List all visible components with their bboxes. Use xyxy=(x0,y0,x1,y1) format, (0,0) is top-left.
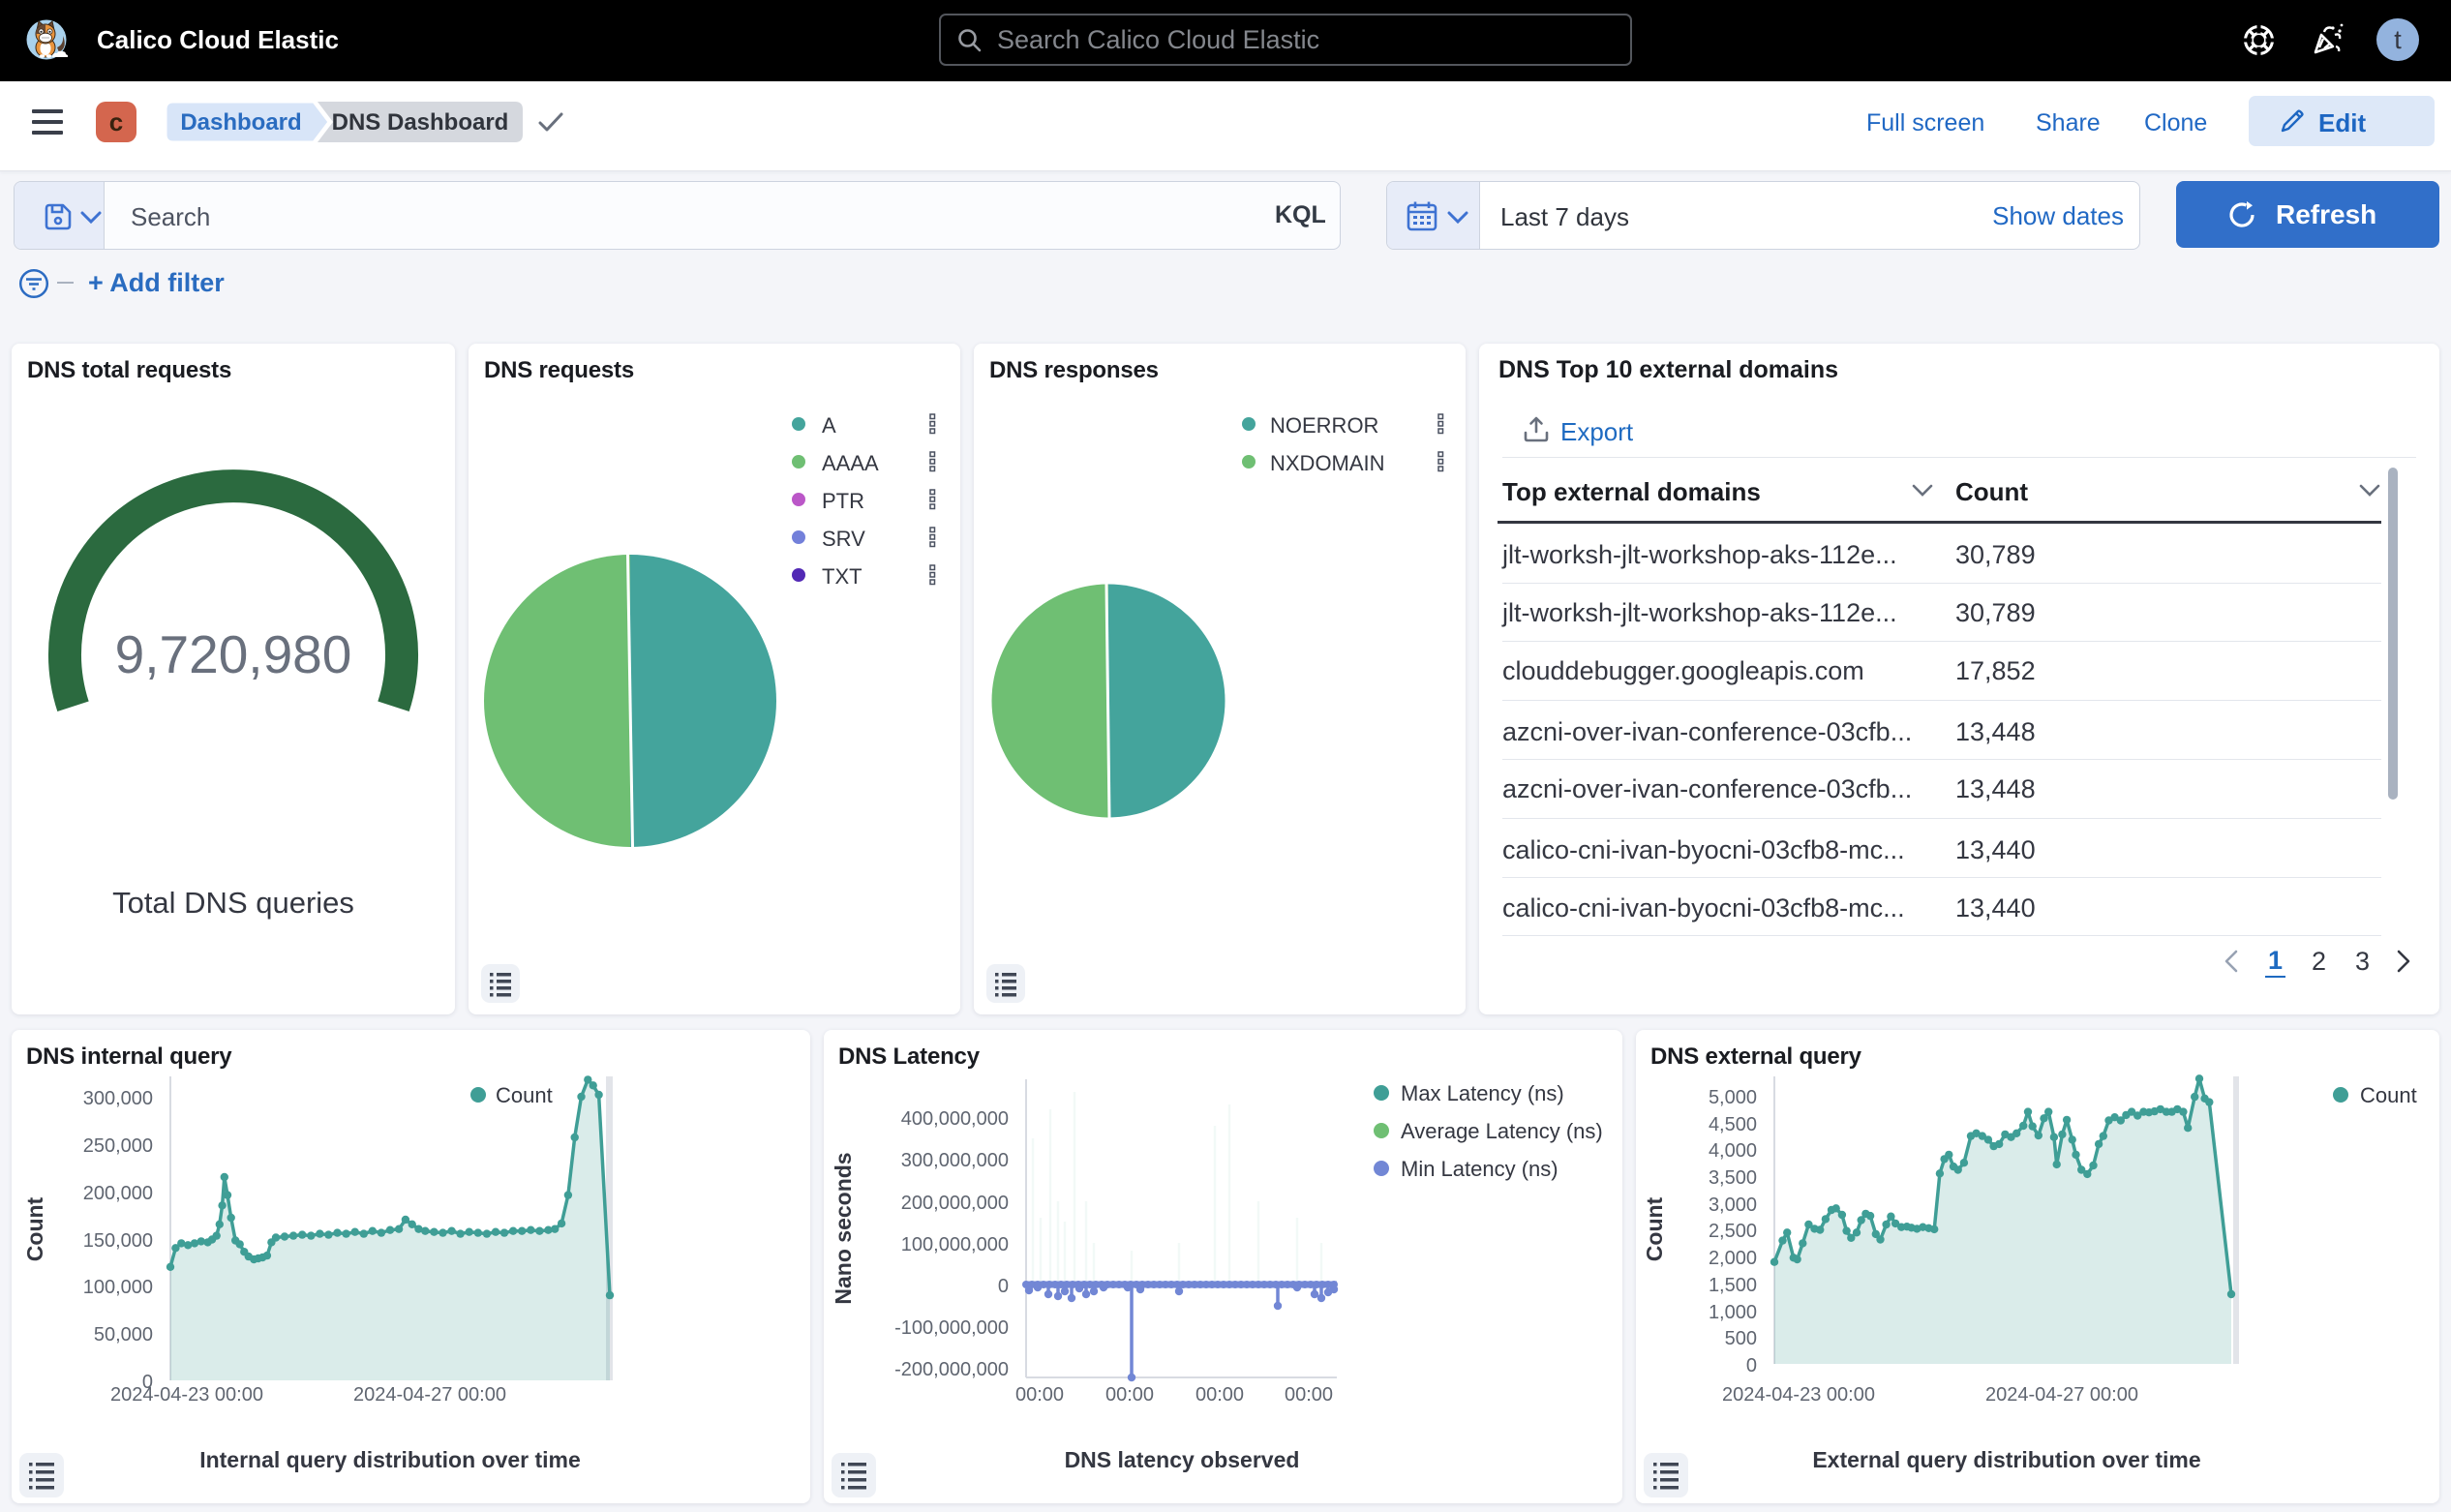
svg-text:Dashboard: Dashboard xyxy=(180,109,301,136)
svg-text:Total DNS queries: Total DNS queries xyxy=(112,886,354,920)
svg-text:9,720,980: 9,720,980 xyxy=(115,624,352,684)
svg-text:DNS Dashboard: DNS Dashboard xyxy=(332,109,509,136)
